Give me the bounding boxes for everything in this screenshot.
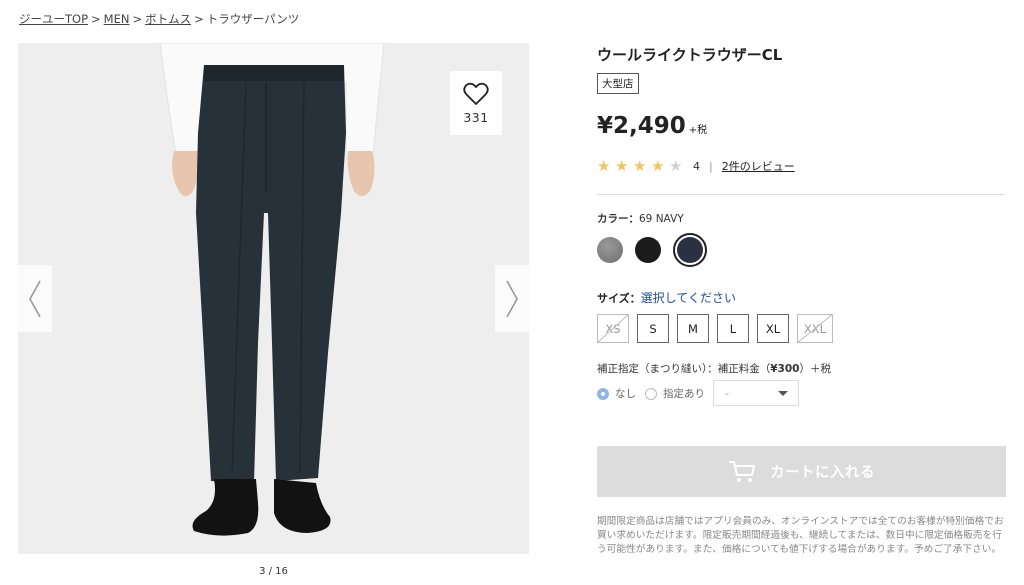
color-label-text: カラー：: [597, 213, 639, 225]
caret-down-icon: [778, 390, 788, 396]
add-to-cart-button[interactable]: カートに入れる: [597, 446, 1006, 497]
star-filled-icon: ★: [651, 157, 665, 175]
size-m-label: M: [688, 321, 698, 336]
breadcrumb-separator: >: [194, 12, 204, 26]
favorite-button[interactable]: 331: [450, 71, 502, 135]
hem-option-specified[interactable]: 指定あり: [645, 386, 705, 401]
product-title: ウールライクトラウザーCL: [597, 46, 783, 64]
hem-option-none[interactable]: なし: [597, 386, 636, 401]
size-m-button[interactable]: M: [677, 314, 709, 343]
divider: [597, 194, 1005, 195]
swatch-navy-selected[interactable]: [673, 233, 707, 267]
hem-label-text: 補正指定（まつり縫い）：補正料金（: [597, 363, 771, 375]
size-prompt: 選択してください: [640, 291, 736, 305]
tax-note: +税: [688, 125, 708, 136]
hem-option-none-label: なし: [615, 388, 636, 400]
star-filled-icon: ★: [633, 157, 647, 175]
hem-fee: ¥300: [770, 363, 800, 375]
hem-options: なし 指定あり: [597, 386, 714, 401]
gallery-pager: 3 / 16: [259, 566, 288, 577]
add-to-cart-label: カートに入れる: [770, 465, 875, 481]
chevron-left-icon: [29, 280, 41, 317]
chevron-right-icon: [506, 280, 518, 317]
review-link[interactable]: 2件のレビュー: [722, 158, 795, 174]
breadcrumb-current: トラウザーパンツ: [206, 12, 300, 26]
product-gallery: 331: [18, 43, 529, 554]
limited-price-notice: 期間限定商品は店舗ではアプリ会員のみ、オンラインストアでは全てのお客様が特別価格…: [597, 516, 1004, 555]
breadcrumb-separator: >: [91, 12, 101, 26]
color-label: カラー：69 NAVY: [597, 211, 684, 226]
hem-suffix: ）＋税: [799, 363, 831, 375]
swatch-black[interactable]: [635, 237, 661, 263]
breadcrumb: ジーユーTOP > MEN > ボトムス > トラウザーパンツ: [19, 11, 299, 27]
unavailable-slash-icon: [597, 314, 629, 343]
size-s-button[interactable]: S: [637, 314, 669, 343]
color-swatches: [597, 233, 719, 267]
rating-separator: |: [709, 159, 713, 173]
breadcrumb-link-bottoms[interactable]: ボトムス: [145, 12, 191, 26]
size-s-label: S: [649, 321, 657, 336]
breadcrumb-link-top[interactable]: ジーユーTOP: [19, 12, 88, 26]
swatch-navy-fill: [677, 237, 703, 263]
size-l-label: L: [729, 321, 737, 336]
heart-icon: [463, 82, 489, 105]
star-empty-icon: ★: [669, 157, 683, 175]
hem-length-select[interactable]: -: [713, 380, 799, 406]
color-selected: 69 NAVY: [639, 213, 684, 225]
size-xl-label: XL: [765, 321, 781, 336]
unavailable-slash-icon: [797, 314, 833, 343]
gallery-next-button[interactable]: [495, 265, 529, 332]
price-value: ¥2,490: [597, 113, 686, 139]
size-l-button[interactable]: L: [717, 314, 749, 343]
hem-select-value: -: [725, 386, 729, 400]
hem-option-specified-label: 指定あり: [663, 388, 705, 400]
hem-label: 補正指定（まつり縫い）：補正料金（¥300）＋税: [597, 361, 831, 376]
radio-selected[interactable]: [597, 387, 609, 400]
product-price: ¥2,490 +税: [597, 113, 707, 139]
size-xs-button[interactable]: XS: [597, 314, 629, 343]
size-xl-button[interactable]: XL: [757, 314, 789, 343]
size-options: XS S M L XL XXL: [597, 314, 841, 343]
rating-stars: ★ ★ ★ ★ ★: [597, 158, 687, 174]
size-xxl-button[interactable]: XXL: [797, 314, 833, 343]
swatch-gray[interactable]: [597, 237, 623, 263]
rating-value: 4: [693, 159, 700, 173]
star-filled-icon: ★: [615, 157, 629, 175]
breadcrumb-link-men[interactable]: MEN: [104, 12, 130, 26]
breadcrumb-separator: >: [132, 12, 143, 26]
cart-icon: [729, 460, 755, 482]
gallery-prev-button[interactable]: [18, 265, 52, 332]
favorite-count: 331: [463, 109, 489, 125]
store-tag: 大型店: [597, 73, 639, 94]
size-label: サイズ：選択してください: [597, 289, 736, 306]
star-filled-icon: ★: [597, 157, 611, 175]
rating: ★ ★ ★ ★ ★ 4 | 2件のレビュー: [597, 158, 795, 174]
size-label-text: サイズ：: [597, 292, 641, 305]
radio-unselected[interactable]: [645, 387, 657, 400]
